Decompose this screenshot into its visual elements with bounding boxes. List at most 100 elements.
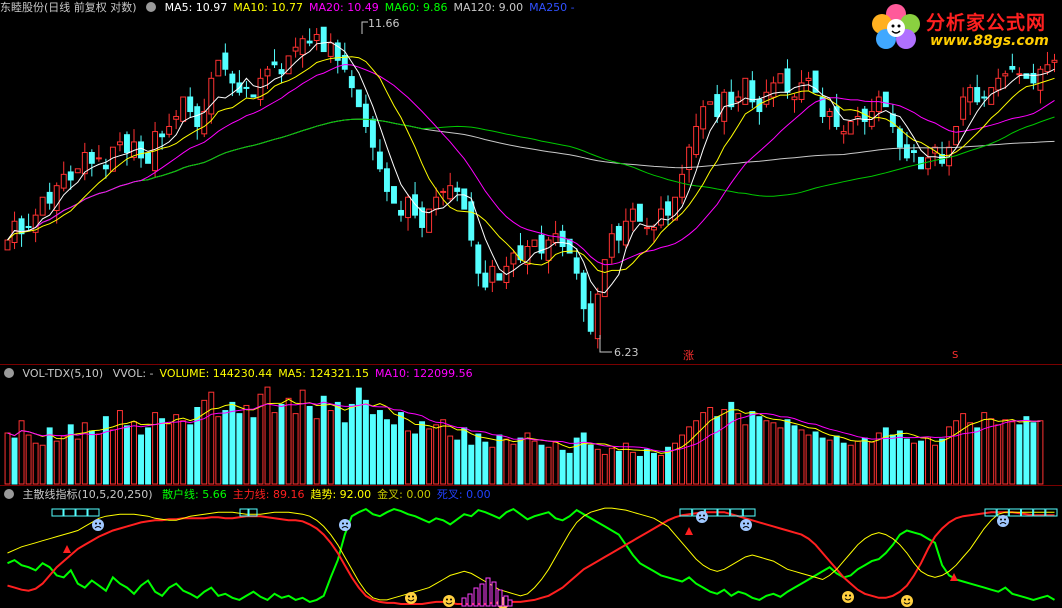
candle-body	[299, 38, 306, 56]
volume-bar	[341, 422, 348, 485]
candle-body	[531, 239, 538, 248]
candle-body	[882, 91, 889, 108]
candle-body	[1051, 59, 1058, 63]
volume-bar	[222, 410, 229, 485]
candle-body	[264, 68, 271, 77]
face-eye	[99, 522, 101, 525]
signal-box	[75, 508, 88, 517]
happy-face-icon	[405, 592, 417, 604]
happy-face-icon	[901, 595, 913, 607]
low-pointer	[599, 335, 612, 353]
ma-value-5: MA250 -	[529, 1, 575, 14]
signal-box	[63, 508, 76, 517]
volume-bar	[566, 452, 573, 485]
volume-bar	[405, 430, 411, 485]
signal-bar	[497, 589, 503, 607]
candle-body	[159, 133, 166, 138]
ma5-line	[7, 41, 1055, 294]
pane-divider-volume	[0, 485, 1062, 486]
volume-bar	[250, 417, 257, 485]
candle-body	[953, 125, 960, 146]
volume-bar	[313, 418, 320, 485]
signal-bar	[479, 583, 485, 607]
candle-body	[1002, 73, 1009, 77]
volume-bar	[496, 434, 503, 485]
volume-bar	[925, 436, 931, 485]
candle-body	[4, 239, 11, 251]
candle-body	[995, 77, 1002, 91]
volume-bar	[362, 399, 369, 485]
signal-bar	[485, 577, 491, 607]
face-circle	[997, 515, 1009, 527]
volume-bar	[124, 425, 130, 485]
indicator-title[interactable]: 主散线指标(10,5,20,250)	[23, 488, 153, 501]
volume-bar	[538, 444, 545, 485]
candle-body	[1016, 73, 1023, 76]
signal-box	[248, 508, 258, 517]
volume-bar	[918, 440, 924, 485]
volume-bar	[398, 412, 404, 485]
candle-body	[594, 293, 601, 340]
candle-body	[573, 257, 580, 274]
happy-face-icon	[842, 591, 854, 603]
zhang-marker: 涨	[683, 349, 694, 362]
volume-bar	[1016, 424, 1023, 485]
face-eye	[346, 522, 348, 525]
sad-face-icon	[696, 511, 708, 523]
face-eye	[450, 598, 452, 601]
volume-title[interactable]: VOL-TDX(5,10)	[23, 367, 104, 380]
volume-bar	[763, 420, 770, 485]
volume-bar	[4, 432, 11, 485]
candle-body	[489, 265, 496, 283]
volume-bar	[468, 444, 475, 485]
face-eye	[412, 595, 414, 598]
volume-bar	[116, 410, 123, 485]
gear-icon[interactable]	[146, 2, 157, 12]
candle-body	[229, 73, 236, 84]
gear-icon[interactable]	[4, 489, 14, 499]
volume-bar	[594, 448, 601, 485]
volume-bar	[74, 438, 81, 485]
volume-bar	[707, 407, 714, 485]
happy-face-icon	[443, 595, 455, 607]
candle-body	[369, 118, 376, 148]
candle-body	[545, 239, 552, 261]
gear-icon[interactable]	[4, 368, 14, 378]
candle-body	[960, 96, 967, 120]
volume-bar	[109, 429, 116, 485]
candle-body	[714, 94, 721, 117]
volume-bar	[946, 426, 953, 485]
face-eye	[408, 595, 410, 598]
candle-body	[124, 134, 130, 153]
volume-bar	[735, 413, 742, 485]
face-eye	[703, 514, 705, 517]
candle-body	[46, 191, 53, 204]
volume-value-3: MA10: 122099.56	[374, 367, 473, 380]
candle-body	[643, 226, 650, 230]
signal-box	[239, 508, 249, 517]
candle-body	[622, 220, 629, 246]
face-eye	[1004, 518, 1006, 521]
volume-bar	[939, 438, 946, 485]
flower-logo-icon	[872, 4, 920, 49]
volume-bar	[889, 434, 896, 485]
site-logo[interactable]: 分析家公式网 www.88gs.com	[866, 2, 1056, 54]
volume-values-list: VVOL: - VOLUME: 144230.44 MA5: 124321.15 MA…	[113, 367, 479, 380]
sad-face-icon	[339, 519, 351, 531]
face-circle	[901, 595, 913, 607]
volume-bar	[419, 421, 426, 485]
volume-bar	[454, 439, 461, 485]
volume-bar	[320, 395, 327, 485]
face-eye	[743, 522, 745, 525]
candle-body	[271, 61, 278, 66]
volume-bar	[784, 419, 791, 485]
volume-bar	[812, 431, 819, 485]
price-title[interactable]: 东睦股份(日线 前复权 对数)	[0, 1, 137, 14]
volume-bar	[369, 414, 376, 485]
candle-body	[805, 77, 812, 81]
candle-body	[243, 86, 250, 89]
volume-bar	[159, 418, 166, 485]
volume-bar	[426, 428, 433, 485]
volume-bar	[798, 429, 805, 485]
volume-bar	[46, 427, 53, 485]
